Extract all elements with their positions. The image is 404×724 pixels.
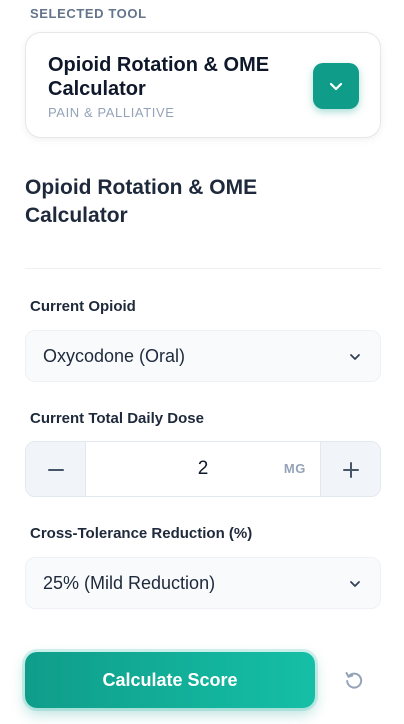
tool-dropdown-button[interactable]: [313, 63, 359, 109]
cross-tolerance-value: 25% (Mild Reduction): [43, 573, 216, 593]
current-opioid-label: Current Opioid: [30, 298, 136, 315]
plus-icon: [342, 462, 359, 478]
cross-tolerance-select[interactable]: 25% (Mild Reduction): [25, 557, 381, 609]
current-opioid-select[interactable]: Oxycodone (Oral): [25, 330, 381, 382]
increment-button[interactable]: [320, 442, 380, 496]
chevron-down-icon: [350, 354, 360, 360]
selected-tool-category: PAIN & PALLIATIVE: [48, 105, 175, 120]
daily-dose-label: Current Total Daily Dose: [30, 410, 204, 427]
divider: [25, 268, 381, 269]
page-title: Opioid Rotation & OME Calculator: [25, 176, 258, 227]
daily-dose-stepper: 2 MG: [25, 441, 381, 497]
current-opioid-value: Oxycodone (Oral): [43, 346, 186, 366]
selected-tool-card[interactable]: Opioid Rotation & OME Calculator PAIN & …: [25, 32, 381, 138]
reset-icon: [345, 672, 363, 689]
selected-tool-label: SELECTED TOOL: [30, 6, 147, 21]
reset-button[interactable]: [340, 666, 368, 694]
cross-tolerance-label: Cross-Tolerance Reduction (%): [30, 525, 253, 542]
minus-icon: [47, 469, 64, 471]
dose-unit-label: MG: [283, 461, 306, 476]
chevron-down-icon: [350, 581, 360, 587]
chevron-down-icon: [329, 82, 343, 91]
calculate-score-button[interactable]: Calculate Score: [25, 652, 315, 708]
selected-tool-title: Opioid Rotation & OME Calculator: [48, 54, 270, 100]
decrement-button[interactable]: [26, 442, 86, 496]
